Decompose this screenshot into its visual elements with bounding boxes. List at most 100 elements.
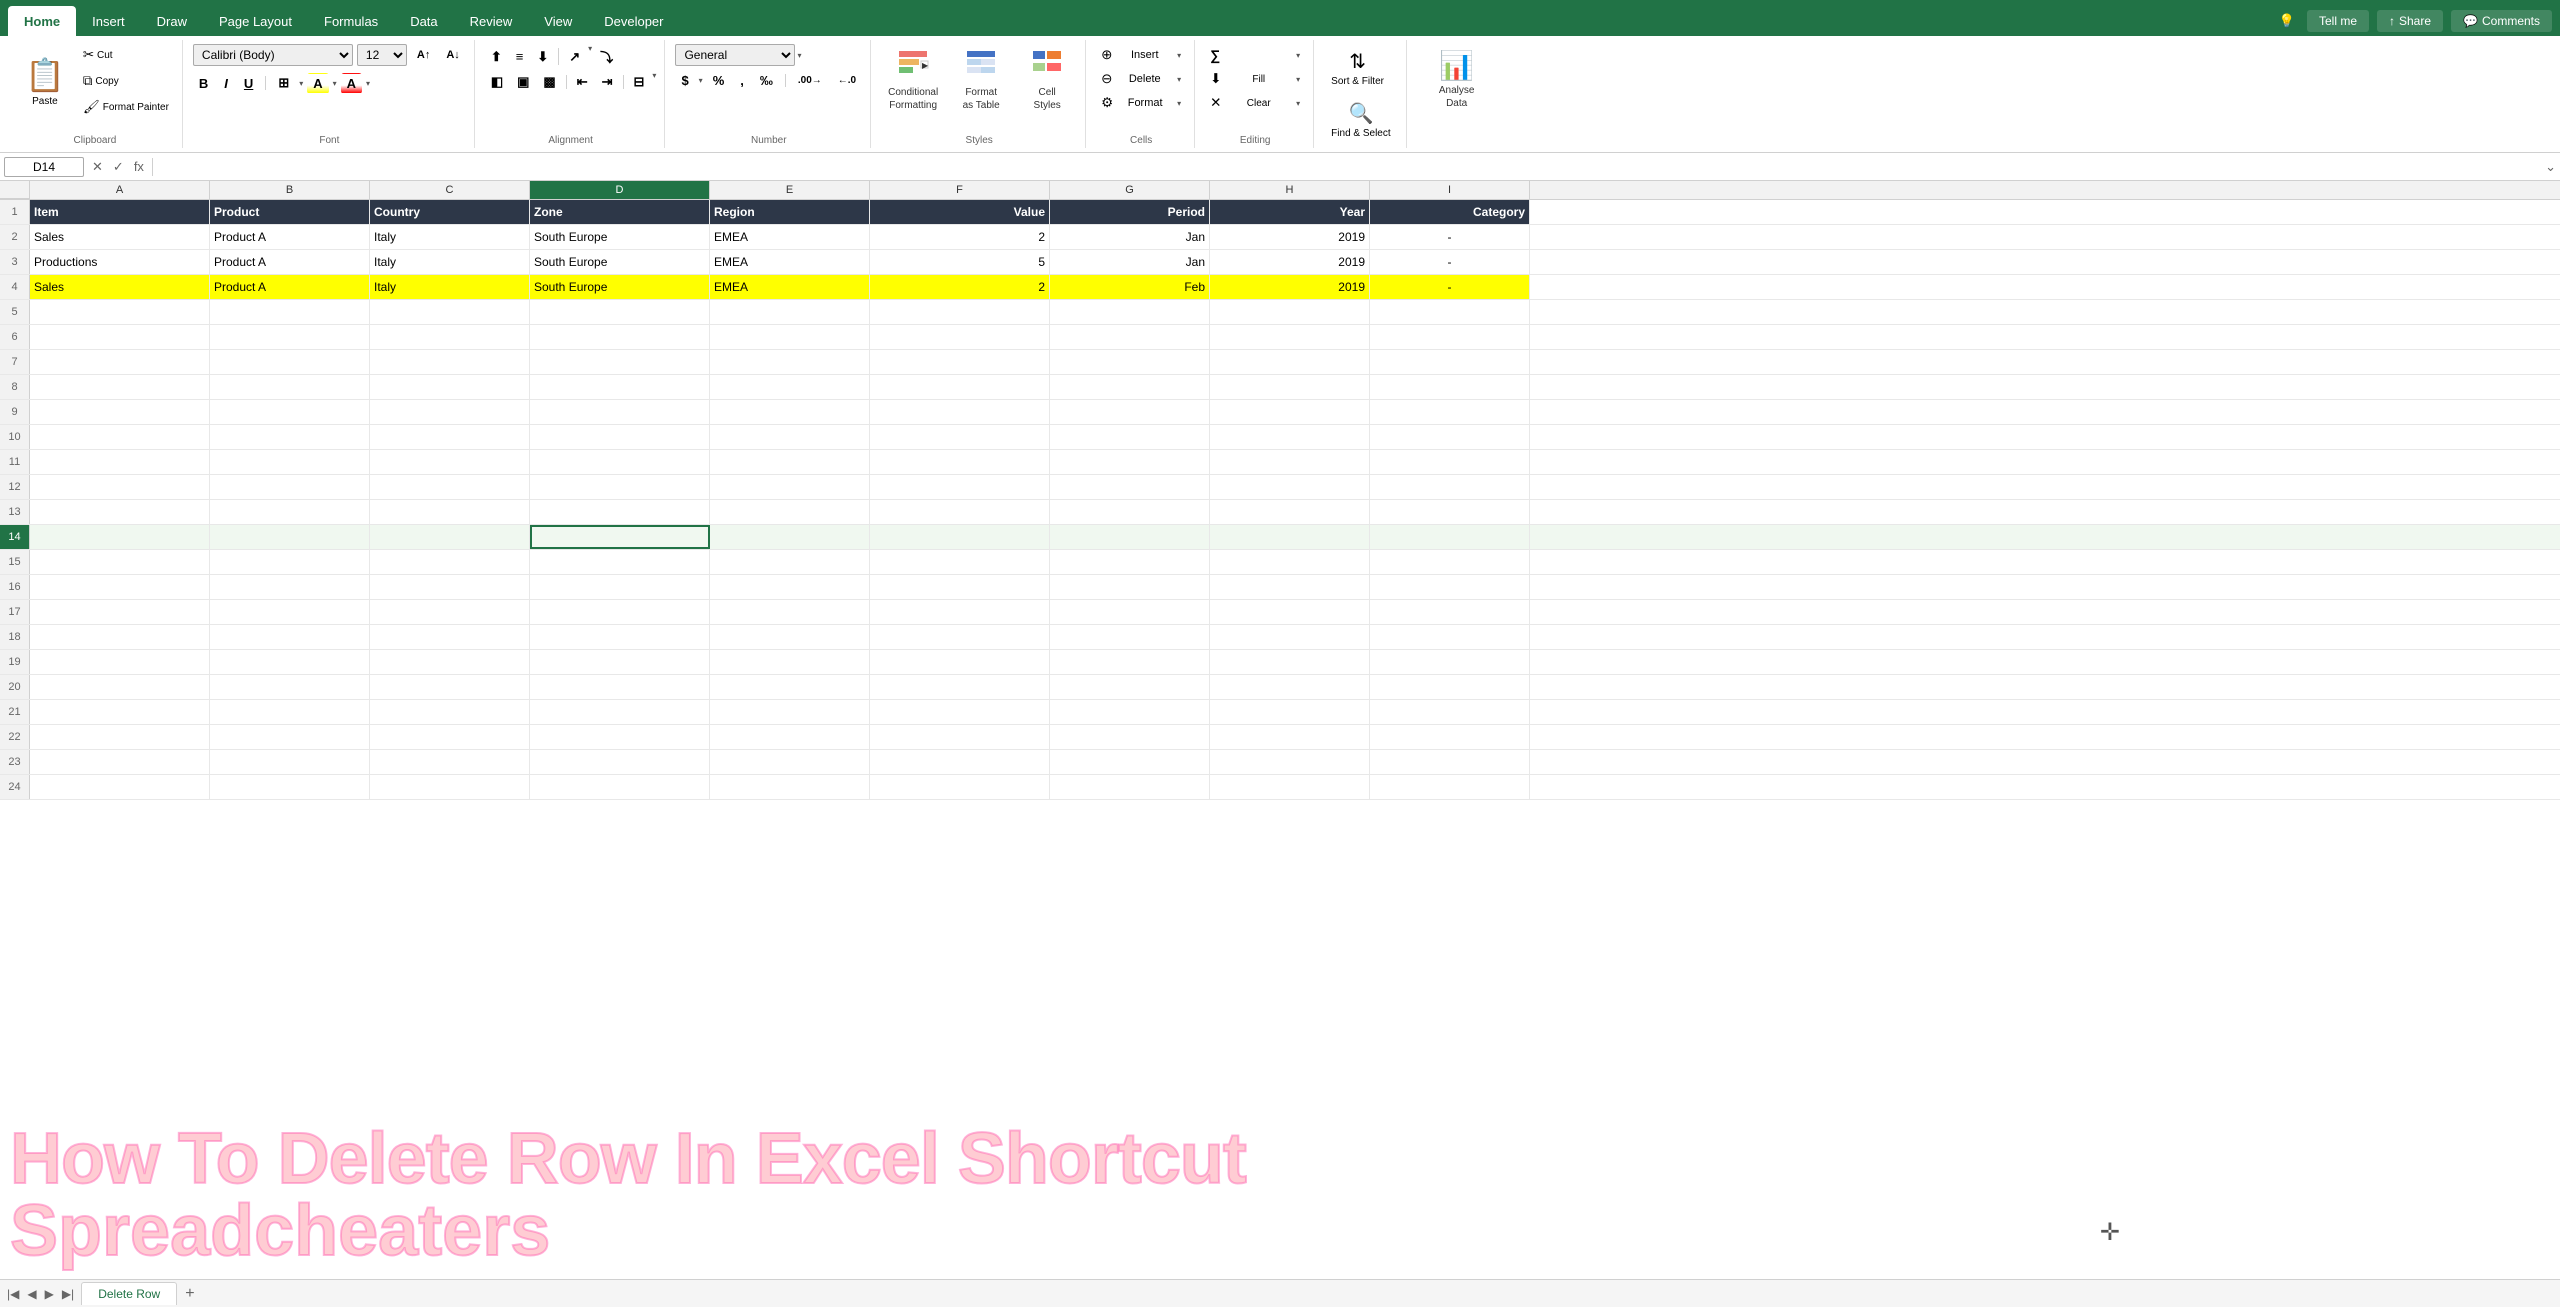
cell-D1[interactable]: Zone xyxy=(530,200,710,224)
cell-G2[interactable]: Jan xyxy=(1050,225,1210,249)
decrease-indent-button[interactable]: ⇤ xyxy=(571,71,594,93)
format-painter-button[interactable]: 🖌 Format Painter xyxy=(78,96,174,118)
find-select-button[interactable]: 🔍 Find & Select xyxy=(1324,96,1397,144)
borders-button[interactable]: ⊞ xyxy=(272,72,295,94)
analyse-data-button[interactable]: 📊 AnalyseData xyxy=(1417,44,1497,115)
tab-view[interactable]: View xyxy=(528,6,588,36)
sheet-nav-right-end[interactable]: ▶| xyxy=(59,1285,77,1303)
cell-F3[interactable]: 5 xyxy=(870,250,1050,274)
col-header-I[interactable]: I xyxy=(1370,181,1530,199)
tell-me-button[interactable]: Tell me xyxy=(2307,10,2369,32)
col-header-H[interactable]: H xyxy=(1210,181,1370,199)
cell-D4[interactable]: South Europe xyxy=(530,275,710,299)
row-number[interactable]: 11 xyxy=(0,450,30,474)
function-button[interactable]: fx xyxy=(130,157,148,176)
cell-A5[interactable] xyxy=(30,300,210,324)
font-color-dropdown[interactable]: ▾ xyxy=(366,79,370,88)
row-number[interactable]: 7 xyxy=(0,350,30,374)
cell-C14[interactable] xyxy=(370,525,530,549)
col-header-D[interactable]: D xyxy=(530,181,710,199)
insert-cells-button[interactable]: ⊕ Insert ▾ xyxy=(1096,44,1186,66)
orientation-dropdown[interactable]: ▾ xyxy=(588,44,592,69)
align-middle-button[interactable]: ≡ xyxy=(510,44,530,69)
row-number[interactable]: 3 xyxy=(0,250,30,274)
cut-button[interactable]: ✂ Cut xyxy=(78,44,174,66)
confirm-formula-button[interactable]: ✓ xyxy=(109,157,128,177)
cell-G14[interactable] xyxy=(1050,525,1210,549)
share-button[interactable]: ↑ Share xyxy=(2377,10,2443,32)
cell-I2[interactable]: - xyxy=(1370,225,1530,249)
row-number[interactable]: 19 xyxy=(0,650,30,674)
fill-color-button[interactable]: A xyxy=(307,73,328,94)
comments-button[interactable]: 💬 Comments xyxy=(2451,10,2552,32)
cell-A14[interactable] xyxy=(30,525,210,549)
row-number[interactable]: 16 xyxy=(0,575,30,599)
cell-C1[interactable]: Country xyxy=(370,200,530,224)
underline-button[interactable]: U xyxy=(238,73,259,94)
sheet-nav-left-start[interactable]: |◀ xyxy=(4,1285,22,1303)
col-header-G[interactable]: G xyxy=(1050,181,1210,199)
align-top-button[interactable]: ⬆ xyxy=(485,44,508,69)
tab-formulas[interactable]: Formulas xyxy=(308,6,394,36)
accounting-dropdown[interactable]: ▾ xyxy=(699,76,703,85)
delete-dropdown-arrow[interactable]: ▾ xyxy=(1177,75,1181,84)
sum-button[interactable]: ∑ ▾ xyxy=(1205,44,1305,66)
row-number[interactable]: 2 xyxy=(0,225,30,249)
tab-data[interactable]: Data xyxy=(394,6,453,36)
tab-page-layout[interactable]: Page Layout xyxy=(203,6,308,36)
font-color-button[interactable]: A xyxy=(341,73,362,94)
align-bottom-button[interactable]: ⬇ xyxy=(531,44,554,69)
row-number[interactable]: 24 xyxy=(0,775,30,799)
formula-input[interactable] xyxy=(157,158,320,176)
cell-C4[interactable]: Italy xyxy=(370,275,530,299)
row-number[interactable]: 6 xyxy=(0,325,30,349)
sheet-nav-left[interactable]: ◀ xyxy=(24,1285,39,1303)
tab-draw[interactable]: Draw xyxy=(141,6,203,36)
col-header-E[interactable]: E xyxy=(710,181,870,199)
cell-H3[interactable]: 2019 xyxy=(1210,250,1370,274)
row-number[interactable]: 1 xyxy=(0,200,30,224)
col-header-C[interactable]: C xyxy=(370,181,530,199)
decrease-decimal-button[interactable]: ←.0 xyxy=(832,72,862,89)
sheet-tab-delete-row[interactable]: Delete Row xyxy=(81,1282,177,1305)
font-size-select[interactable]: 12 xyxy=(357,44,407,66)
col-header-A[interactable]: A xyxy=(30,181,210,199)
sort-filter-button[interactable]: ⇅ Sort & Filter xyxy=(1324,44,1391,92)
align-right-button[interactable]: ▩ xyxy=(537,71,561,93)
number-format-dropdown[interactable]: ▾ xyxy=(797,51,801,60)
wrap-text-button[interactable]: ⤵ xyxy=(594,44,619,69)
cell-A3[interactable]: Productions xyxy=(30,250,210,274)
row-number[interactable]: 9 xyxy=(0,400,30,424)
cell-F2[interactable]: 2 xyxy=(870,225,1050,249)
orientation-button[interactable]: ↗ xyxy=(563,44,586,69)
align-center-button[interactable]: ▣ xyxy=(511,71,535,93)
tab-developer[interactable]: Developer xyxy=(588,6,679,36)
cell-G3[interactable]: Jan xyxy=(1050,250,1210,274)
bold-button[interactable]: B xyxy=(193,73,214,94)
row-number[interactable]: 8 xyxy=(0,375,30,399)
row-number[interactable]: 10 xyxy=(0,425,30,449)
cell-H14[interactable] xyxy=(1210,525,1370,549)
cell-E2[interactable]: EMEA xyxy=(710,225,870,249)
font-family-select[interactable]: Calibri (Body) xyxy=(193,44,353,66)
delete-cells-button[interactable]: ⊖ Delete ▾ xyxy=(1096,68,1186,90)
cell-B14[interactable] xyxy=(210,525,370,549)
cell-I14[interactable] xyxy=(1370,525,1530,549)
cell-E3[interactable]: EMEA xyxy=(710,250,870,274)
cell-C3[interactable]: Italy xyxy=(370,250,530,274)
cell-E4[interactable]: EMEA xyxy=(710,275,870,299)
sum-dropdown[interactable]: ▾ xyxy=(1296,51,1300,60)
number-format-select[interactable]: General xyxy=(675,44,795,66)
conditional-formatting-button[interactable]: ▶ ConditionalFormatting xyxy=(881,44,945,117)
cell-A2[interactable]: Sales xyxy=(30,225,210,249)
increase-indent-button[interactable]: ⇥ xyxy=(596,71,619,93)
cell-styles-button[interactable]: CellStyles xyxy=(1017,44,1077,117)
fill-color-dropdown[interactable]: ▾ xyxy=(333,79,337,88)
tab-home[interactable]: Home xyxy=(8,6,76,36)
cell-reference-box[interactable] xyxy=(4,157,84,177)
special-button[interactable]: ‰ xyxy=(754,70,779,91)
cell-I3[interactable]: - xyxy=(1370,250,1530,274)
col-header-F[interactable]: F xyxy=(870,181,1050,199)
cell-B1[interactable]: Product xyxy=(210,200,370,224)
cancel-formula-button[interactable]: ✕ xyxy=(88,157,107,177)
